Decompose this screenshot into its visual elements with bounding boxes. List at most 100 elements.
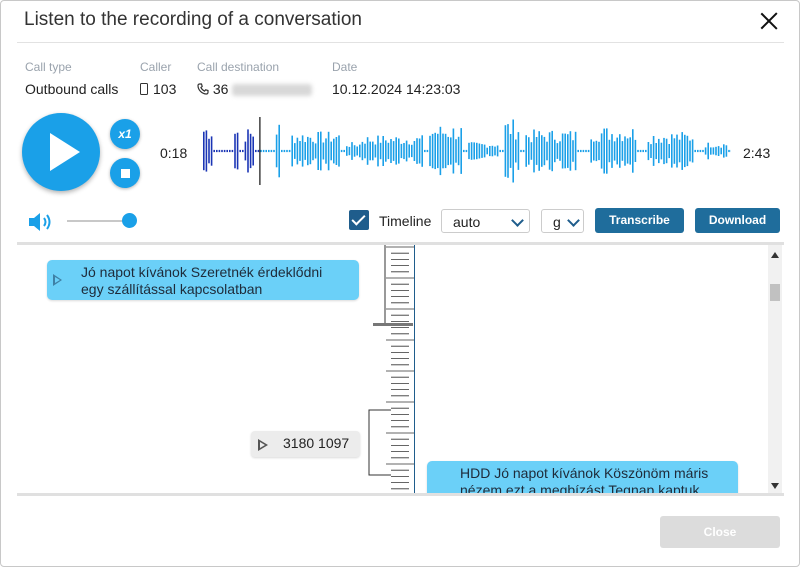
waveform-bar: [444, 133, 447, 169]
waveform-bar: [478, 143, 481, 159]
waveform-bar: [725, 145, 728, 157]
waveform-bar: [639, 149, 642, 153]
waveform-bar: [377, 135, 379, 167]
close-icon[interactable]: [757, 9, 781, 33]
waveform-bar: [710, 147, 712, 155]
waveform-bar: [652, 136, 655, 166]
waveform-bar: [668, 144, 670, 159]
volume-slider-thumb[interactable]: [122, 213, 137, 228]
waveform-bar: [369, 141, 371, 161]
waveform-bar: [691, 139, 694, 163]
vertical-scrollbar[interactable]: [768, 245, 782, 493]
scroll-down-icon[interactable]: [771, 483, 779, 489]
waveform-bar: [494, 146, 496, 156]
waveform-bar: [283, 149, 286, 153]
current-time: 0:18: [160, 145, 188, 161]
waveform-bar: [457, 136, 460, 166]
waveform-bar: [247, 129, 249, 173]
waveform-bar: [593, 141, 595, 161]
stop-button[interactable]: [110, 158, 140, 188]
playhead[interactable]: [259, 117, 261, 185]
waveform-bar: [613, 141, 616, 161]
waveform-bar: [658, 138, 660, 164]
waveform-bar: [572, 140, 574, 162]
waveform-bar: [486, 147, 488, 155]
waveform-bar: [525, 135, 527, 167]
silence-segment[interactable]: 3180 1097: [251, 431, 360, 457]
waveform-bar: [216, 149, 218, 153]
waveform-bar: [587, 149, 590, 153]
date-value: 10.12.2024 14:23:03: [332, 81, 461, 97]
timeline-checkbox[interactable]: [349, 210, 369, 230]
waveform-bar: [535, 137, 538, 165]
waveform-bar: [468, 142, 470, 160]
waveform-bar: [434, 132, 436, 170]
waveform-bar: [585, 149, 587, 153]
waveform-bar: [483, 144, 486, 158]
play-segment-icon: [53, 274, 62, 286]
waveform-bar: [507, 124, 509, 178]
speed-button[interactable]: x1: [110, 119, 140, 149]
scroll-thumb[interactable]: [770, 284, 780, 301]
waveform-bar: [442, 133, 444, 169]
scroll-up-icon[interactable]: [771, 252, 779, 258]
waveform-bar: [255, 149, 257, 153]
waveform-bar: [702, 149, 704, 153]
waveform-bar: [236, 132, 239, 170]
waveform-bar: [455, 139, 457, 163]
waveform-bar: [398, 138, 400, 164]
waveform-bar: [647, 142, 650, 161]
waveform-bar: [411, 144, 413, 158]
waveform-bar: [616, 137, 618, 165]
waveform-bar: [424, 149, 426, 153]
waveform-bar: [717, 146, 720, 156]
waveform-bar: [512, 119, 514, 183]
waveform-bar: [650, 144, 652, 158]
download-button[interactable]: Download: [695, 208, 780, 233]
waveform-bar: [346, 146, 348, 156]
call-destination-value: 36: [197, 81, 313, 97]
waveform-bar: [320, 131, 322, 171]
waveform-bar: [600, 133, 603, 169]
waveform-bar: [598, 141, 600, 161]
waveform-bar: [288, 149, 291, 153]
unit-select[interactable]: g: [541, 209, 584, 233]
waveform-bar: [569, 131, 572, 171]
message-bubble-right[interactable]: HDD Jó napot kívánok Köszönöm máris néze…: [427, 461, 738, 493]
waveform-bar: [686, 135, 689, 167]
waveform-bar: [249, 133, 252, 169]
waveform-bar: [364, 143, 366, 159]
waveform-bar: [361, 141, 364, 161]
waveform-bar: [522, 149, 525, 153]
waveform-bar: [307, 136, 309, 166]
message-text-line: Jó napot kívánok Szeretnék érdeklődni: [81, 264, 323, 280]
waveform-bar: [270, 149, 273, 153]
transcribe-button[interactable]: Transcribe: [595, 208, 684, 233]
waveform-bar: [465, 149, 468, 153]
waveform-bar: [528, 137, 530, 165]
waveform-bar: [408, 144, 410, 158]
call-type-value: Outbound calls: [25, 81, 119, 97]
chevron-down-icon: [567, 214, 580, 227]
waveform-bar: [567, 134, 569, 168]
volume-icon[interactable]: [28, 212, 56, 232]
waveform-bar: [208, 138, 210, 164]
zoom-select[interactable]: auto: [441, 209, 530, 233]
unit-select-value: g: [553, 214, 561, 230]
redacted-number: [232, 84, 313, 97]
close-button[interactable]: Close: [660, 516, 780, 548]
play-button[interactable]: [22, 113, 100, 191]
waveform-bar: [299, 141, 301, 161]
volume-slider-track[interactable]: [67, 220, 129, 222]
date-label: Date: [332, 60, 358, 74]
message-bubble-left[interactable]: Jó napot kívánok Szeretnék érdeklődni eg…: [47, 260, 359, 300]
dialog-title: Listen to the recording of a conversatio…: [24, 9, 362, 30]
waveform[interactable]: [201, 115, 731, 187]
waveform-bar: [450, 137, 452, 165]
waveform-bar: [296, 137, 299, 165]
waveform-bar: [439, 126, 442, 176]
waveform-bar: [413, 141, 416, 161]
waveform-bar: [460, 128, 462, 174]
waveform-bar: [301, 135, 304, 167]
waveform-bar: [403, 143, 405, 160]
